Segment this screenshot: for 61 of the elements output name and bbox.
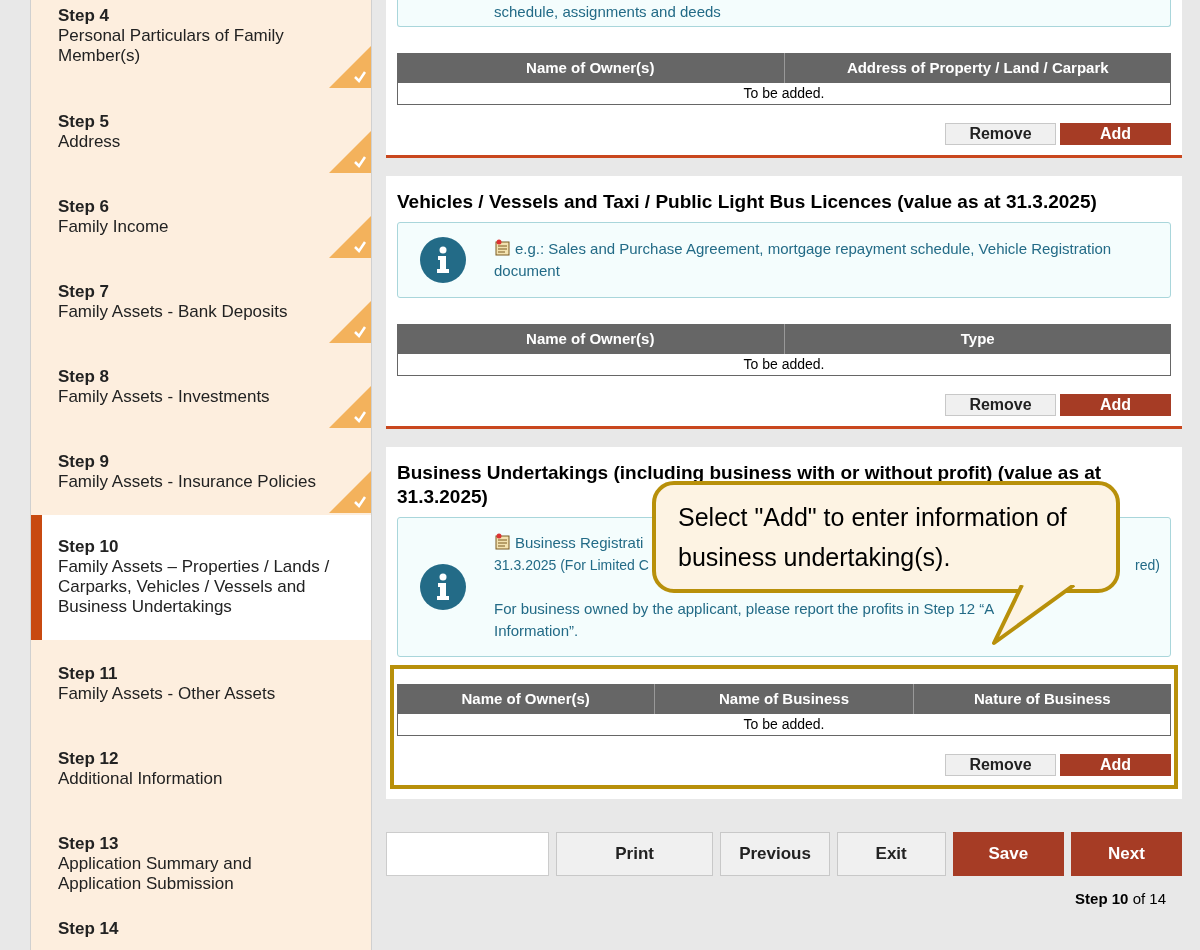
primary-button[interactable]: Add [1060, 123, 1171, 145]
step-number: Step 11 [58, 664, 119, 684]
step-number: Step 9 [58, 452, 111, 472]
step-number: Step 6 [58, 197, 111, 217]
step-title: Family Assets - Bank Deposits [58, 302, 289, 322]
primary-button[interactable]: Save [952, 832, 1064, 876]
check-icon [329, 216, 371, 258]
secondary-button[interactable]: Remove [945, 123, 1056, 145]
step-title: Address [58, 132, 122, 152]
info-text: 31.3.2025 (For Limited C [494, 556, 649, 575]
step-number: Step 7 [58, 282, 111, 302]
check-icon [329, 46, 371, 88]
info-text: Information”. [494, 621, 579, 641]
secondary-button[interactable]: Exit [836, 832, 946, 876]
primary-button[interactable]: Add [1060, 394, 1171, 416]
column-header: Name of Owner(s) [397, 53, 784, 83]
step-number: Step 13 [58, 834, 120, 854]
table-cell: To be added. [397, 83, 1171, 105]
column-header: Address of Property / Land / Carpark [783, 53, 1171, 83]
step-title: Family Assets - Other Assets [58, 684, 277, 704]
step-number: Step 10 [58, 537, 120, 557]
secondary-button[interactable]: Previous [720, 832, 830, 876]
step-number: Step 14 [58, 919, 120, 939]
primary-button[interactable]: Next [1070, 832, 1182, 876]
check-icon [329, 301, 371, 343]
step-number: Step 5 [58, 112, 111, 132]
secondary-button[interactable]: Remove [945, 394, 1056, 416]
step-title: Family Assets - Investments [58, 387, 271, 407]
column-header: Type [783, 324, 1171, 354]
column-header: Name of Owner(s) [397, 324, 784, 354]
primary-button[interactable]: Add [1060, 754, 1171, 776]
table-cell: To be added. [397, 714, 1171, 736]
step-number: Step 8 [58, 367, 111, 387]
secondary-button[interactable]: Remove [945, 754, 1056, 776]
current-step: Step 10 [1075, 890, 1129, 907]
info-text: schedule, assignments and deeds [494, 1, 721, 22]
step-title: Family Assets – Properties / Lands / Carparks, Vehicles / Vessels and Business Undertakings [58, 557, 331, 617]
step-item[interactable]: Step 10 Family Assets – Properties / Lands / Carparks, Vehicles / Vessels and Business Undertakings [31, 515, 371, 640]
step-title: Additional Information [58, 769, 224, 789]
info-text: e.g.: Sales and Purchase Agreement, mortgage repayment schedule, Vehicle Registration document [494, 238, 1113, 281]
info-text: For business owned by the applicant, please report the profits in Step 12 “A [494, 599, 995, 619]
step-number: Step 4 [58, 6, 111, 26]
step-title: Family Income [58, 217, 170, 237]
check-icon [329, 131, 371, 173]
info-text: Business Registrati [494, 532, 644, 554]
info-text: red) [1135, 556, 1160, 575]
section-title: Vehicles / Vessels and Taxi / Public Light Bus Licences (value as at 31.3.2025) [397, 190, 1098, 214]
info-icon [420, 237, 466, 283]
column-header: Name of Owner(s) [397, 684, 655, 714]
step-title: Family Assets - Insurance Policies [58, 472, 317, 492]
column-header: Nature of Business [912, 684, 1171, 714]
step-title: Application Summary and Application Submission [58, 854, 253, 894]
check-icon [329, 471, 371, 513]
table-cell: To be added. [397, 354, 1171, 376]
info-icon [420, 564, 466, 610]
step-number: Step 12 [58, 749, 120, 769]
step-total: of 14 [1132, 890, 1166, 907]
secondary-button[interactable]: Print [555, 832, 714, 876]
check-icon [329, 386, 371, 428]
step-title: Personal Particulars of Family Member(s) [58, 26, 285, 66]
column-header: Name of Business [654, 684, 913, 714]
